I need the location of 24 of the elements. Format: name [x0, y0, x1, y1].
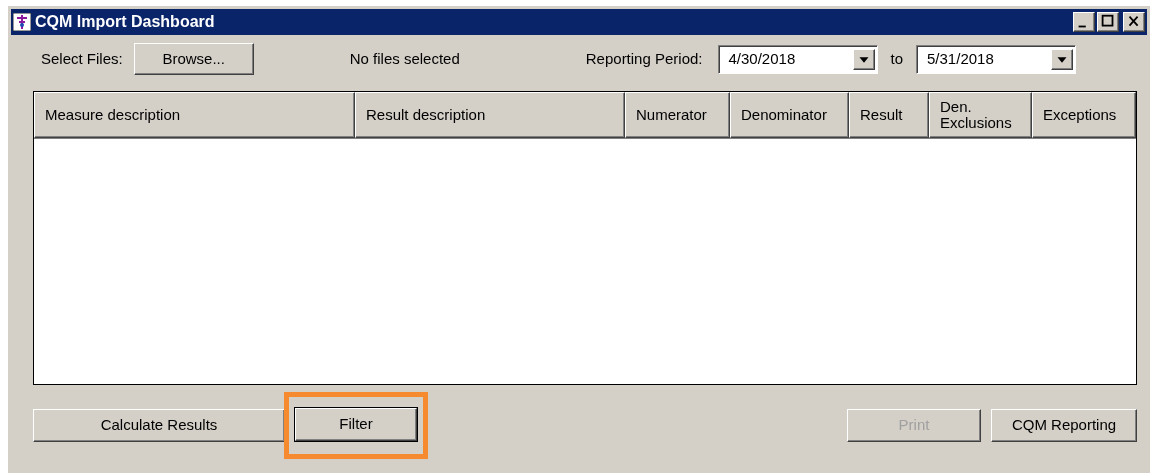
file-status: No files selected [349, 48, 460, 69]
action-button[interactable]: Filter [295, 408, 417, 441]
maximize-icon[interactable] [1097, 12, 1119, 32]
date-dropdown[interactable]: 5/31/2018 [916, 44, 1076, 74]
minimize-icon[interactable] [1073, 12, 1095, 32]
date-value: 4/30/2018 [728, 48, 796, 69]
action-button[interactable]: Calculate Results [33, 409, 285, 442]
browse-button[interactable]: Browse... [133, 43, 254, 75]
column-header[interactable]: Den. Exclusions [929, 92, 1032, 138]
select-files-label: Select Files: [41, 48, 123, 69]
close-icon[interactable] [1123, 12, 1145, 32]
column-header[interactable]: Result description [355, 92, 625, 138]
window-title: CQM Import Dashboard [35, 12, 215, 32]
column-header[interactable]: Measure description [34, 92, 355, 138]
date-dropdown[interactable]: 4/30/2018 [717, 44, 878, 74]
action-button[interactable]: CQM Reporting [991, 409, 1137, 442]
column-header[interactable]: Denominator [730, 92, 849, 138]
to-label: to [890, 48, 903, 69]
column-header[interactable]: Exceptions [1032, 92, 1136, 138]
column-header[interactable]: Result [849, 92, 929, 138]
reporting-period-label: Reporting Period: [585, 48, 703, 69]
app-logo-icon [13, 13, 31, 31]
column-header[interactable]: Numerator [625, 92, 730, 138]
date-value: 5/31/2018 [927, 48, 994, 69]
